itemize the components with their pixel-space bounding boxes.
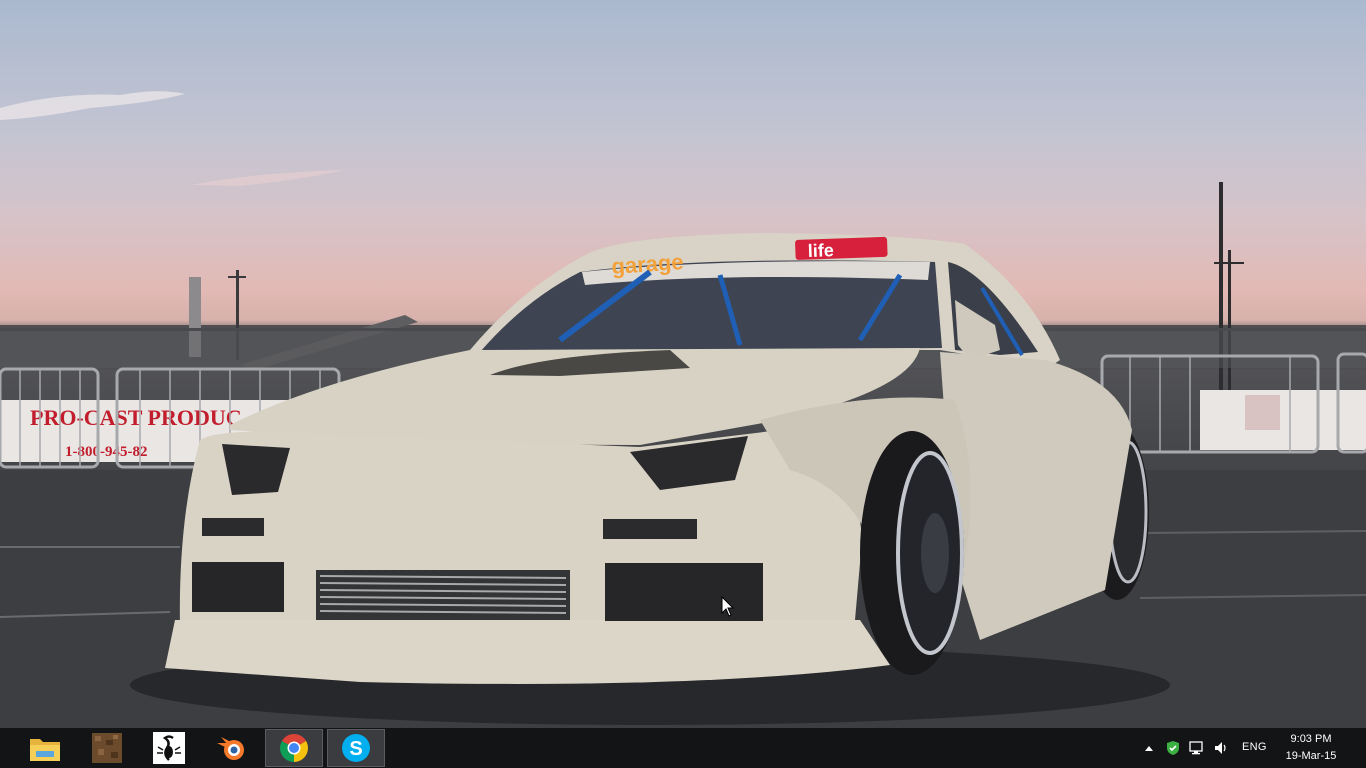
taskbar-scorpion-app-button[interactable] — [140, 729, 198, 767]
show-hidden-icons-chevron-icon[interactable] — [1144, 744, 1154, 752]
network-icon[interactable] — [1189, 740, 1205, 756]
svg-text:S: S — [349, 738, 362, 760]
fence-phone-text: 1-800-945-82 — [65, 444, 148, 460]
wallpaper-image: PRO-CAST PRODUC 1-800-945-82 garage life — [0, 91, 1366, 728]
folder-icon — [30, 739, 60, 761]
fence-sign-text: PRO-CAST PRODUC — [30, 405, 242, 430]
windshield-banner-brand: life — [807, 240, 834, 261]
skype-icon: S — [342, 734, 370, 762]
volume-icon[interactable] — [1213, 740, 1229, 756]
taskbar-chrome-button[interactable] — [265, 729, 323, 767]
clock-date[interactable]: 19-Mar-15 — [1280, 750, 1342, 762]
clock-time[interactable]: 9:03 PM — [1280, 733, 1342, 745]
input-language-indicator[interactable]: ENG — [1242, 741, 1267, 753]
scorpion-icon — [153, 732, 185, 764]
taskbar-file-explorer-button[interactable] — [16, 729, 74, 767]
mouse-cursor-icon — [721, 596, 735, 617]
taskbar-skype-button[interactable]: S — [327, 729, 385, 767]
taskbar: S ENG 9:03 PM 19-Mar-15 — [0, 728, 1366, 768]
dirt-block-icon — [92, 733, 122, 763]
security-shield-icon[interactable] — [1165, 740, 1181, 756]
taskbar-blender-button[interactable] — [202, 729, 260, 767]
taskbar-minecraft-button[interactable] — [78, 729, 136, 767]
chrome-icon — [280, 734, 308, 762]
car: garage life — [165, 233, 1149, 684]
desktop-wallpaper: PRO-CAST PRODUC 1-800-945-82 garage life — [0, 0, 1366, 728]
blender-icon — [217, 737, 244, 760]
